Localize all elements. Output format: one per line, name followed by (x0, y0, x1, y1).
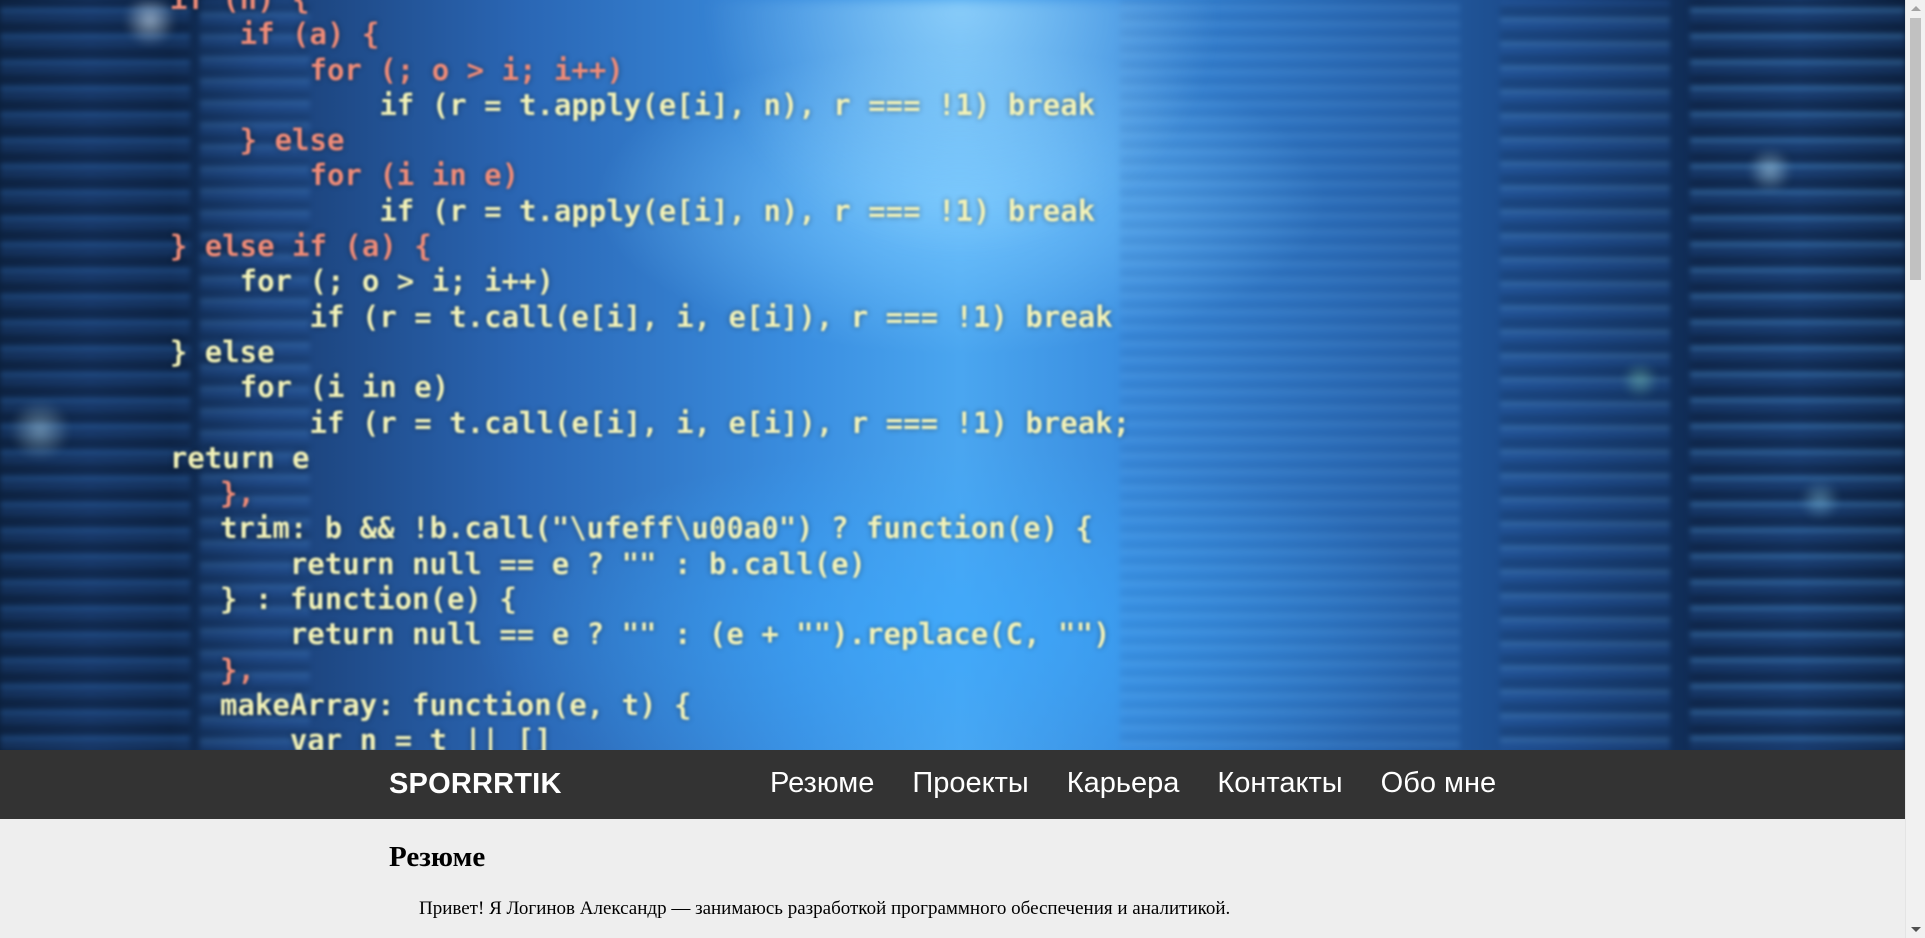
nav-link-about[interactable]: Обо мне (1381, 767, 1496, 800)
code-line: for (; o > i; i++) (100, 52, 624, 87)
main-content: Резюме Привет! Я Логинов Александр — зан… (389, 819, 1529, 920)
nav-link-career[interactable]: Карьера (1067, 767, 1180, 800)
nav-links: Резюме Проекты Карьера Контакты Обо мне (770, 767, 1496, 800)
nav-link-resume[interactable]: Резюме (770, 767, 874, 800)
scroll-thumb[interactable] (1910, 18, 1921, 280)
code-line: } else (100, 123, 345, 158)
code-line: if (r = t.call(e[i], i, e[i]), r === !1)… (100, 299, 1113, 334)
code-line: if (a) { (100, 17, 380, 52)
top-navbar: SPORRRTIK Резюме Проекты Карьера Контакт… (0, 750, 1905, 819)
hero-banner: if (n) { if (a) { for (; o > i; i++) if … (0, 0, 1905, 750)
code-line: if (r = t.apply(e[i], n), r === !1) brea… (100, 193, 1096, 228)
scroll-up-arrow-icon[interactable] (1911, 6, 1921, 11)
code-line: return null == e ? "" : b.call(e) (220, 546, 867, 581)
nav-link-contacts[interactable]: Контакты (1217, 767, 1342, 800)
code-line: } else (100, 334, 275, 369)
code-line: if (r = t.apply(e[i], n), r === !1) brea… (100, 87, 1096, 122)
code-line: for (; o > i; i++) (100, 264, 554, 299)
vertical-scrollbar[interactable] (1905, 0, 1925, 938)
section-title: Резюме (389, 841, 486, 873)
code-line: }, (220, 476, 255, 511)
code-line: return null == e ? "" : (e + "").replace… (220, 617, 1111, 652)
code-line: for (i in e) (100, 370, 450, 405)
code-line: makeArray: function(e, t) { (220, 687, 692, 722)
intro-text: Привет! Я Логинов Александр — занимаюсь … (419, 898, 1231, 919)
code-line: for (i in e) (100, 158, 520, 193)
code-overlay: if (n) { if (a) { for (; o > i; i++) if … (0, 0, 1300, 750)
code-line: if (r = t.call(e[i], i, e[i]), r === !1)… (100, 405, 1131, 440)
code-line: } : function(e) { (220, 582, 517, 617)
code-line: var n = t || [] (220, 723, 552, 750)
brand-logo[interactable]: SPORRRTIK (389, 768, 562, 801)
nav-link-projects[interactable]: Проекты (912, 767, 1028, 800)
code-line: return e (100, 440, 310, 475)
code-line: if (n) { (0, 0, 1300, 17)
page: if (n) { if (a) { for (; o > i; i++) if … (0, 0, 1905, 938)
code-line: }, (220, 652, 255, 687)
scroll-down-arrow-icon[interactable] (1911, 927, 1921, 932)
code-line: trim: b && !b.call("\ufeff\u00a0") ? fun… (220, 511, 1093, 546)
code-line: } else if (a) { (100, 229, 432, 264)
